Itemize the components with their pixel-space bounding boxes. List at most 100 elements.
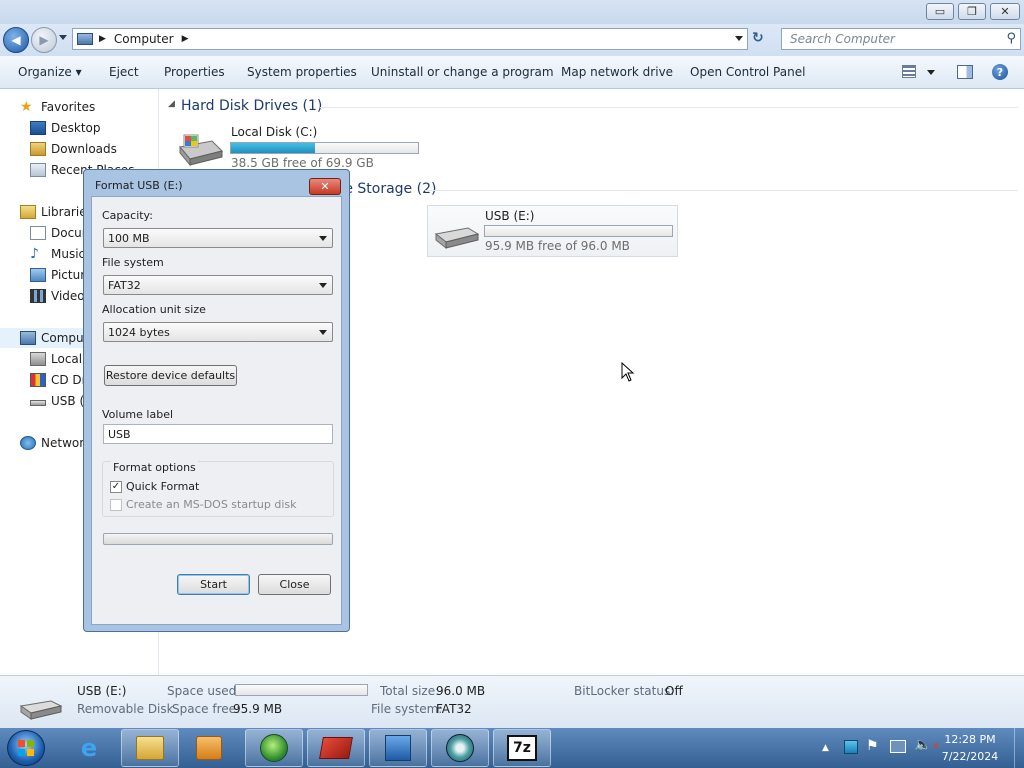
- allocation-select[interactable]: 1024 bytes: [103, 322, 333, 342]
- nav-videos[interactable]: Videos: [30, 286, 91, 306]
- nav-favorites[interactable]: ★ Favorites: [20, 97, 95, 117]
- show-hidden-icons-icon[interactable]: ▲: [822, 743, 829, 753]
- minimize-button[interactable]: ▭: [926, 3, 954, 20]
- address-field[interactable]: ▶ Computer ▶: [72, 28, 748, 50]
- windows-logo-icon: [18, 740, 34, 756]
- taskbar-winrar-button[interactable]: [307, 729, 365, 767]
- taskbar-7zip-button[interactable]: 7z: [493, 729, 551, 767]
- start-orb-button[interactable]: [7, 730, 45, 766]
- libraries-icon: [20, 205, 36, 219]
- nav-music[interactable]: ♪ Music: [30, 244, 85, 264]
- folder-icon: [136, 736, 164, 760]
- close-dialog-button[interactable]: Close: [258, 574, 331, 595]
- help-icon[interactable]: ?: [992, 64, 1008, 80]
- refresh-icon[interactable]: ↻: [752, 30, 764, 46]
- drive-c-free: 38.5 GB free of 69.9 GB: [231, 156, 374, 170]
- drive-c-usage-bar: [230, 142, 419, 154]
- open-control-panel-button[interactable]: Open Control Panel: [690, 65, 805, 79]
- preview-pane-icon[interactable]: [957, 65, 973, 79]
- quick-format-checkbox[interactable]: ✓ Quick Format: [110, 480, 199, 493]
- chevron-down-icon: [319, 236, 327, 241]
- back-button[interactable]: ◀: [3, 27, 29, 53]
- tray-app-icon[interactable]: [844, 740, 858, 754]
- usb-drive-details-icon: [17, 696, 65, 722]
- cd-drive-icon: [30, 373, 46, 387]
- network-tray-icon[interactable]: [890, 740, 906, 753]
- dialog-close-button[interactable]: ✕: [309, 178, 341, 195]
- mouse-cursor-icon: [621, 361, 635, 385]
- file-system-details-value: FAT32: [436, 702, 472, 716]
- recent-pages-dropdown[interactable]: [59, 35, 67, 40]
- checkbox-empty-icon: [110, 498, 122, 511]
- format-dialog: Format USB (E:) ✕ Capacity: 100 MB File …: [83, 169, 350, 632]
- taskbar-idm-button[interactable]: [245, 729, 303, 767]
- collapse-arrow-icon[interactable]: ◢: [168, 99, 175, 109]
- clock-date[interactable]: 7/22/2024: [940, 750, 1000, 763]
- clock-time[interactable]: 12:28 PM: [940, 733, 1000, 746]
- view-options-icon[interactable]: [902, 65, 916, 78]
- restore-defaults-button[interactable]: Restore device defaults: [104, 365, 237, 386]
- group-header-hard-disks[interactable]: Hard Disk Drives (1): [181, 98, 322, 114]
- group-divider: [425, 190, 1018, 191]
- pictures-icon: [30, 268, 46, 282]
- uninstall-program-button[interactable]: Uninstall or change a program: [371, 65, 554, 79]
- volume-label-input[interactable]: USB: [103, 424, 333, 444]
- close-icon: ✕: [320, 180, 330, 193]
- taskbar-explorer-button[interactable]: [121, 729, 179, 767]
- total-size-value: 96.0 MB: [436, 684, 486, 698]
- details-drive-type: Removable Disk: [77, 702, 174, 716]
- volume-label-caption: Volume label: [102, 408, 174, 421]
- msdos-startup-checkbox: Create an MS-DOS startup disk: [110, 498, 297, 511]
- internet-explorer-icon[interactable]: e: [74, 734, 104, 762]
- action-center-flag-icon[interactable]: ⚑: [866, 738, 879, 754]
- organize-button[interactable]: Organize ▾: [18, 65, 82, 79]
- drive-e-usage-bar: [484, 225, 673, 237]
- network-app-icon: [385, 735, 411, 761]
- eject-button[interactable]: Eject: [109, 65, 139, 79]
- breadcrumb-separator-icon: ▶: [99, 34, 106, 44]
- documents-icon: [30, 226, 46, 240]
- desktop-icon: [30, 121, 46, 135]
- map-network-drive-button[interactable]: Map network drive: [561, 65, 673, 79]
- downloads-folder-icon: [30, 142, 46, 156]
- nav-libraries[interactable]: Libraries: [20, 202, 93, 222]
- format-options-group: Format options ✓ Quick Format Create an M…: [102, 461, 334, 517]
- taskbar: e 7z ▲ ⚑ 🔈✕ 12:28 PM 7/22/2024: [0, 728, 1024, 768]
- media-player-icon[interactable]: [196, 736, 222, 760]
- group-divider: [320, 107, 1018, 108]
- close-button[interactable]: ✕: [990, 3, 1020, 20]
- breadcrumb-computer[interactable]: Computer: [114, 32, 174, 46]
- back-arrow-icon: ◀: [11, 33, 21, 47]
- taskbar-disk-app-button[interactable]: [431, 729, 489, 767]
- total-size-label: Total size:: [380, 684, 440, 698]
- start-button[interactable]: Start: [177, 574, 250, 595]
- command-bar: Organize ▾ Eject Properties System prope…: [0, 56, 1024, 89]
- title-bar: ▭ ❐ ✕: [0, 0, 1024, 24]
- nav-network[interactable]: Network: [20, 433, 91, 453]
- volume-muted-icon[interactable]: 🔈✕: [914, 737, 940, 753]
- drive-c-name[interactable]: Local Disk (C:): [231, 125, 317, 139]
- nav-desktop[interactable]: Desktop: [30, 118, 101, 138]
- breadcrumb-chevron-icon[interactable]: ▶: [182, 34, 189, 44]
- system-properties-button[interactable]: System properties: [247, 65, 357, 79]
- taskbar-network-button[interactable]: [369, 729, 427, 767]
- show-desktop-button[interactable]: [1014, 728, 1024, 768]
- capacity-select[interactable]: 100 MB: [103, 228, 333, 248]
- file-system-value: FAT32: [108, 278, 141, 292]
- address-dropdown-icon[interactable]: [735, 36, 743, 41]
- search-icon[interactable]: ⚲: [1006, 31, 1016, 46]
- view-dropdown-icon[interactable]: [927, 70, 935, 75]
- chevron-down-icon: [319, 283, 327, 288]
- search-input[interactable]: Search Computer ⚲: [781, 28, 1021, 50]
- allocation-label: Allocation unit size: [102, 303, 206, 316]
- nav-label: Favorites: [41, 100, 96, 114]
- capacity-label: Capacity:: [102, 209, 153, 222]
- maximize-button[interactable]: ❐: [958, 3, 986, 20]
- drive-e-tile[interactable]: USB (E:) 95.9 MB free of 96.0 MB: [427, 205, 678, 257]
- forward-button[interactable]: ▶: [31, 27, 57, 53]
- properties-button[interactable]: Properties: [164, 65, 225, 79]
- allocation-value: 1024 bytes: [108, 325, 170, 339]
- format-progress-bar: [103, 533, 333, 545]
- nav-downloads[interactable]: Downloads: [30, 139, 117, 159]
- file-system-select[interactable]: FAT32: [103, 275, 333, 295]
